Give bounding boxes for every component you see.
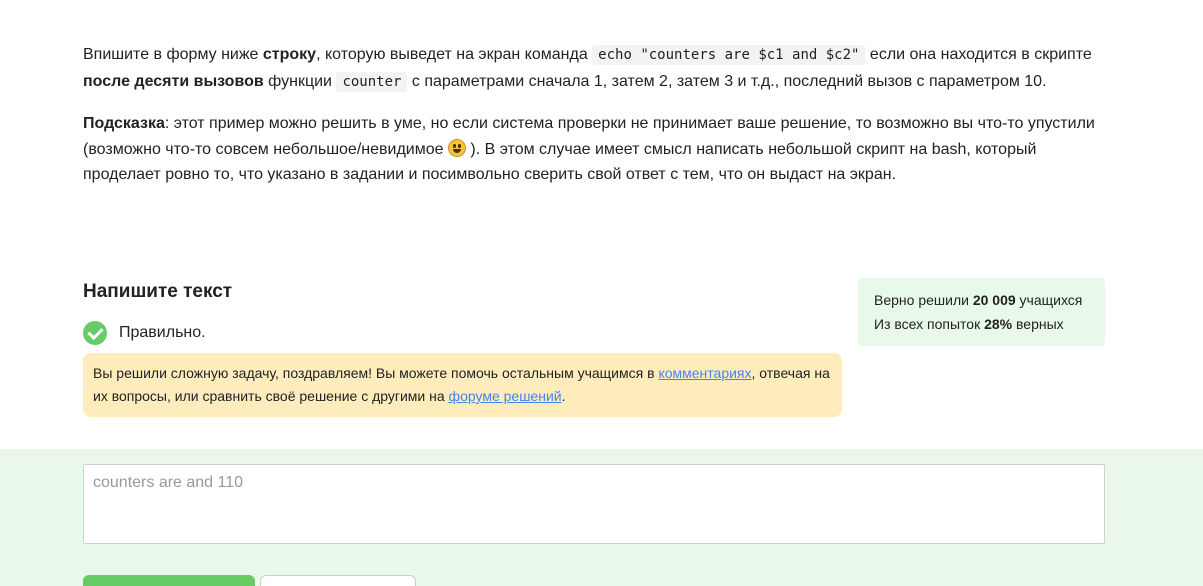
success-rate-line: Из всех попыток 28% верных [874,312,1089,336]
stats-text: Верно решили [874,292,973,308]
task-text: если она находится в скрипте [865,46,1092,63]
solutions-forum-link[interactable]: форуме решений [449,388,562,404]
congrats-text: . [561,388,566,404]
answer-status: Правильно. [83,321,206,345]
stats-text: Из всех попыток [874,316,985,332]
smiley-emoji-icon [447,138,466,157]
congrats-text: Вы решили сложную задачу, поздравляем! В… [93,365,659,381]
submit-button[interactable] [83,575,255,586]
code-echo-command: echo "counters are $c1 and $c2" [592,45,866,65]
comments-link[interactable]: комментариях [658,365,751,381]
task-bold-string: строку [262,46,317,63]
solve-stats: Верно решили 20 009 учащихся Из всех поп… [858,278,1105,346]
congrats-notice: Вы решили сложную задачу, поздравляем! В… [83,353,842,417]
hint-paragraph: Подсказка: этот пример можно решить в ум… [83,111,1113,188]
section-title: Напишите текст [83,281,233,302]
task-paragraph: Впишите в форму ниже строку, которую выв… [83,42,1113,95]
task-description: Впишите в форму ниже строку, которую выв… [83,42,1113,204]
task-text: Впишите в форму ниже [83,46,263,63]
hint-label: Подсказка [83,115,165,132]
secondary-button[interactable] [260,575,416,586]
answer-textarea[interactable]: counters are and 110 [83,464,1105,544]
solved-count-line: Верно решили 20 009 учащихся [874,288,1089,312]
task-text: , которую выведет на экран команда [316,46,593,63]
task-text: функции [263,72,337,90]
code-counter-function: counter [336,71,408,92]
task-text: с параметрами сначала 1, затем 2, затем … [407,72,1047,90]
answer-zone: counters are and 110 [0,449,1203,586]
task-bold-calls: после десяти вызовов [83,72,264,90]
status-text: Правильно. [119,324,206,341]
stats-text: верных [1012,316,1064,332]
stats-text: учащихся [1015,292,1083,308]
solved-count: 20 009 [972,292,1016,308]
success-rate: 28% [984,316,1013,332]
check-circle-icon [83,321,107,345]
